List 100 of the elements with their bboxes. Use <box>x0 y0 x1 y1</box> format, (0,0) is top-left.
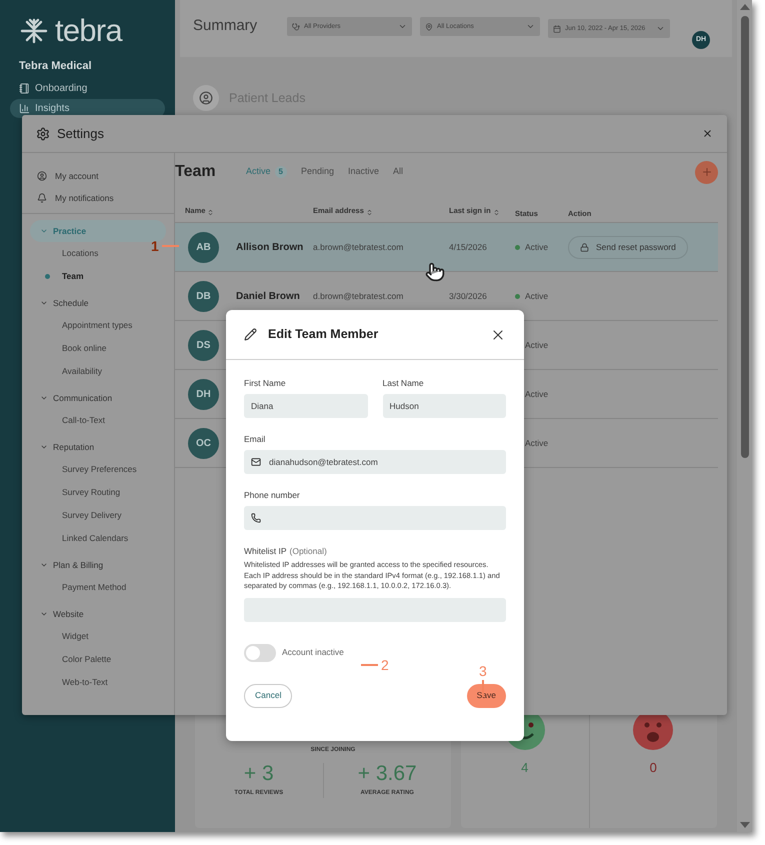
settings-nav-item[interactable]: My account <box>22 165 174 187</box>
team-title: Team <box>175 162 217 182</box>
leader-line <box>361 664 378 666</box>
settings-section[interactable]: Website <box>30 603 166 625</box>
leader-line <box>162 245 179 247</box>
dialog-title: Edit Team Member <box>268 326 378 344</box>
calendar-icon <box>553 24 561 32</box>
member-avatar: DB <box>188 280 219 312</box>
settings-subitem[interactable]: Color Palette <box>62 653 112 666</box>
filter-tab[interactable]: Pending <box>300 165 334 179</box>
optional-label: (Optional) <box>290 546 327 557</box>
field-label: Whitelist IP <box>244 546 287 557</box>
pencil-icon <box>244 328 257 341</box>
notebook-icon <box>19 82 30 94</box>
logo-icon <box>19 18 49 44</box>
settings-subitem[interactable]: Survey Routing <box>62 486 120 499</box>
chevron-icon <box>40 561 48 569</box>
field-label: First Name <box>244 378 287 389</box>
settings-subitem[interactable]: Payment Method <box>62 581 126 594</box>
add-button[interactable] <box>695 160 718 184</box>
chart-icon <box>19 102 30 114</box>
settings-section[interactable]: Schedule <box>30 292 166 314</box>
field-label: Last Name <box>382 378 425 389</box>
filter-tab[interactable]: All <box>393 165 404 179</box>
member-name: Allison Brown <box>236 240 304 254</box>
field-label: Email <box>244 434 266 445</box>
stat-value: + 3 <box>244 763 274 785</box>
sentiment-count: 4 <box>521 759 528 777</box>
annotation-number: 2 <box>381 657 389 673</box>
settings-section[interactable]: Practice <box>30 220 166 242</box>
last-sign-in: 3/30/2026 <box>449 290 488 302</box>
field-label: Phone number <box>244 490 300 501</box>
nav-item[interactable]: Insights <box>10 98 165 118</box>
member-avatar: AB <box>188 232 219 262</box>
settings-subitem[interactable]: Appointment types <box>62 319 132 332</box>
toggle-label: Account inactive <box>282 646 344 659</box>
nav-item[interactable]: Onboarding <box>10 78 165 98</box>
status-text: Active <box>525 290 548 302</box>
scroll-down-icon[interactable] <box>740 822 750 828</box>
settings-section[interactable]: Plan & Billing <box>30 554 166 576</box>
settings-subitem[interactable]: Survey Preferences <box>62 463 137 476</box>
last-sign-in: 4/15/2026 <box>449 240 488 254</box>
settings-subitem[interactable]: Availability <box>62 365 102 378</box>
page-title: Summary <box>193 16 258 36</box>
filter-tab[interactable]: Active 5 <box>246 165 287 179</box>
text-field[interactable]: Diana <box>244 394 368 418</box>
settings-subitem[interactable]: Locations <box>62 247 98 260</box>
cancel-button[interactable]: Cancel <box>244 684 292 708</box>
location-pin-icon <box>425 22 433 30</box>
member-email: d.brown@tebratest.com <box>313 290 404 302</box>
sort-icon[interactable] <box>366 209 373 216</box>
chevron-icon <box>40 227 48 235</box>
mail-icon <box>251 457 261 467</box>
settings-nav-item[interactable]: My notifications <box>22 187 174 209</box>
close-icon[interactable] <box>702 128 713 139</box>
email-field[interactable]: dianahudson@tebratest.com <box>244 450 506 474</box>
text-field[interactable]: Hudson <box>382 394 506 418</box>
user-icon <box>37 171 47 181</box>
member-email: a.brown@tebratest.com <box>313 240 404 254</box>
status-text: Active <box>525 240 548 254</box>
sort-icon[interactable] <box>207 209 214 216</box>
scrollbar-thumb[interactable] <box>740 16 748 458</box>
chevron-icon <box>40 299 48 307</box>
settings-subitem[interactable]: Survey Delivery <box>62 509 122 522</box>
patient-icon <box>193 85 219 111</box>
status-text: Active <box>525 338 548 352</box>
reset-password-button[interactable]: Send reset password <box>568 236 688 258</box>
sentiment-count: 0 <box>650 759 657 777</box>
team-row[interactable]: AB Allison Brown a.brown@tebratest.com 4/15/2026 Active Send reset password <box>175 223 718 272</box>
phone-field[interactable] <box>244 506 506 530</box>
hand-cursor-icon <box>425 262 445 282</box>
settings-subitem[interactable]: Linked Calendars <box>62 532 128 545</box>
member-avatar: DS <box>188 330 219 360</box>
settings-subitem[interactable]: Book online <box>62 342 106 355</box>
settings-subitem[interactable]: Web-to-Text <box>62 676 108 689</box>
filter-tab[interactable]: Inactive <box>348 165 380 179</box>
chevron-down-icon <box>398 22 407 31</box>
phone-icon <box>251 513 261 523</box>
member-avatar: DH <box>188 378 219 410</box>
chevron-icon <box>40 443 48 451</box>
settings-icon <box>36 126 50 140</box>
settings-subitem[interactable]: Call-to-Text <box>62 414 105 427</box>
chevron-down-icon <box>526 22 535 31</box>
status-text: Active <box>525 388 548 400</box>
annotation-number: 3 <box>479 663 487 679</box>
lock-icon <box>580 242 589 252</box>
settings-section[interactable]: Communication <box>30 387 166 409</box>
count-badge: 5 <box>274 166 287 178</box>
stethoscope-icon <box>292 22 300 30</box>
chevron-down-icon <box>656 24 665 33</box>
chevron-icon <box>40 610 48 618</box>
settings-subitem[interactable]: Team <box>62 270 84 283</box>
scroll-up-icon[interactable] <box>740 4 750 10</box>
settings-title: Settings <box>57 124 104 143</box>
toggle-switch[interactable] <box>244 644 276 662</box>
sort-icon[interactable] <box>492 209 500 216</box>
settings-subitem[interactable]: Widget <box>62 630 88 643</box>
settings-section[interactable]: Reputation <box>30 436 166 458</box>
scrollbar[interactable] <box>737 0 752 832</box>
status-text: Active <box>525 436 548 450</box>
